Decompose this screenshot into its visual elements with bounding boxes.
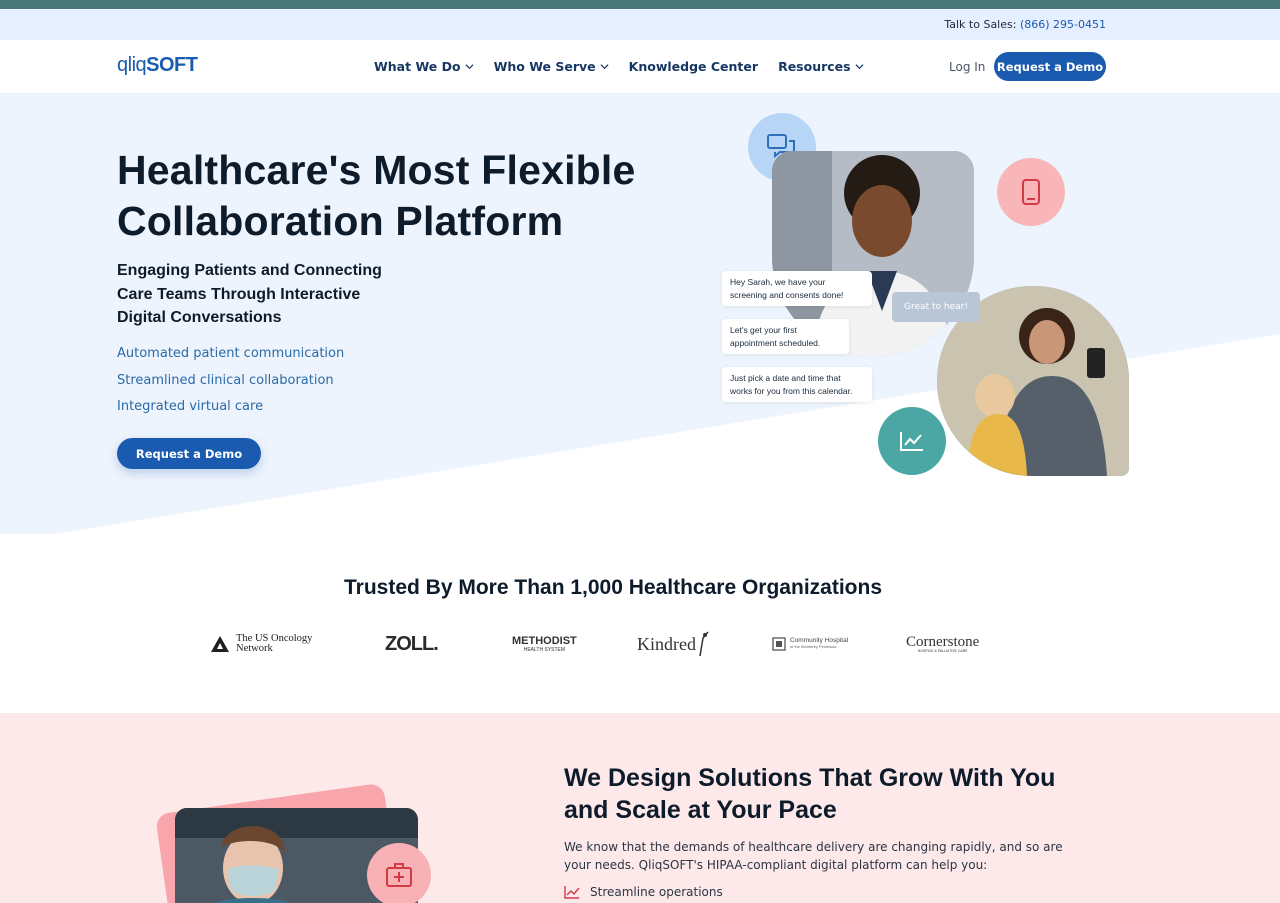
hero-subtitle: Engaging Patients and Connecting Care Te… <box>117 262 382 326</box>
chart-line-icon <box>564 886 580 899</box>
trusted-heading: Trusted By More Than 1,000 Healthcare Or… <box>344 576 882 599</box>
main-navbar: qliqSOFT What We Do Who We Serve Knowled… <box>0 40 1280 94</box>
chat-reply: Great to hear! <box>892 292 980 322</box>
logo-zoll: ZOLL. <box>385 632 439 655</box>
login-link[interactable]: Log In <box>949 60 985 74</box>
nav-item-what-we-do[interactable]: What We Do <box>374 59 474 74</box>
sales-contact: Talk to Sales: (866) 295-0451 <box>944 18 1106 31</box>
medical-kit-icon <box>367 843 431 903</box>
solutions-title: We Design Solutions That Grow With You a… <box>564 764 1056 824</box>
chevron-down-icon <box>855 64 864 70</box>
hero-title: Healthcare's Most Flexible Collaboration… <box>117 147 636 244</box>
chevron-down-icon <box>465 64 474 70</box>
feature-item: Integrated virtual care <box>117 399 264 414</box>
logo-kindred: Kindred <box>637 627 710 661</box>
request-demo-button[interactable]: Request a Demo <box>994 52 1106 81</box>
qliqsoft-logo[interactable]: qliqSOFT <box>117 54 198 77</box>
solutions-body: We know that the demands of healthcare d… <box>564 840 1063 872</box>
nav-item-resources[interactable]: Resources <box>778 59 864 74</box>
phone-icon <box>997 158 1065 226</box>
logo-methodist: METHODIST HEALTH SYSTEM <box>512 634 577 653</box>
sales-bar: Talk to Sales: (866) 295-0451 <box>0 9 1280 40</box>
chat-message: Just pick a date and time that works for… <box>722 367 872 402</box>
hero-illustration: Hey Sarah, we have your screening and co… <box>700 105 1140 485</box>
logo-us-oncology: The US Oncology Network <box>210 627 312 661</box>
client-logos: The US Oncology Network ZOLL. METHODIST … <box>210 627 990 661</box>
feature-item: Automated patient communication <box>117 346 345 361</box>
solutions-list-item: Streamline operations <box>564 885 723 899</box>
logo-cornerstone: Cornerstone HOSPICE & PALLIATIVE CARE <box>906 634 980 654</box>
chat-message: Hey Sarah, we have your screening and co… <box>722 271 872 306</box>
chart-icon <box>878 407 946 475</box>
top-accent-stripe <box>0 0 1280 9</box>
hero-request-demo-button[interactable]: Request a Demo <box>117 438 261 469</box>
nav-item-who-we-serve[interactable]: Who We Serve <box>494 59 609 74</box>
nav-item-knowledge-center[interactable]: Knowledge Center <box>629 59 758 74</box>
sales-label: Talk to Sales: <box>944 18 1017 31</box>
feature-item: Streamlined clinical collaboration <box>117 372 334 388</box>
sales-phone-link[interactable]: (866) 295-0451 <box>1020 18 1106 31</box>
primary-nav: What We Do Who We Serve Knowledge Center… <box>374 59 864 74</box>
chevron-down-icon <box>600 64 609 70</box>
hero-feature-list: Automated patient communication Streamli… <box>117 341 344 421</box>
chat-message: Let's get your first appointment schedul… <box>722 319 849 354</box>
logo-community-hospital: Community Hospital of the Monterey Penin… <box>772 627 848 661</box>
